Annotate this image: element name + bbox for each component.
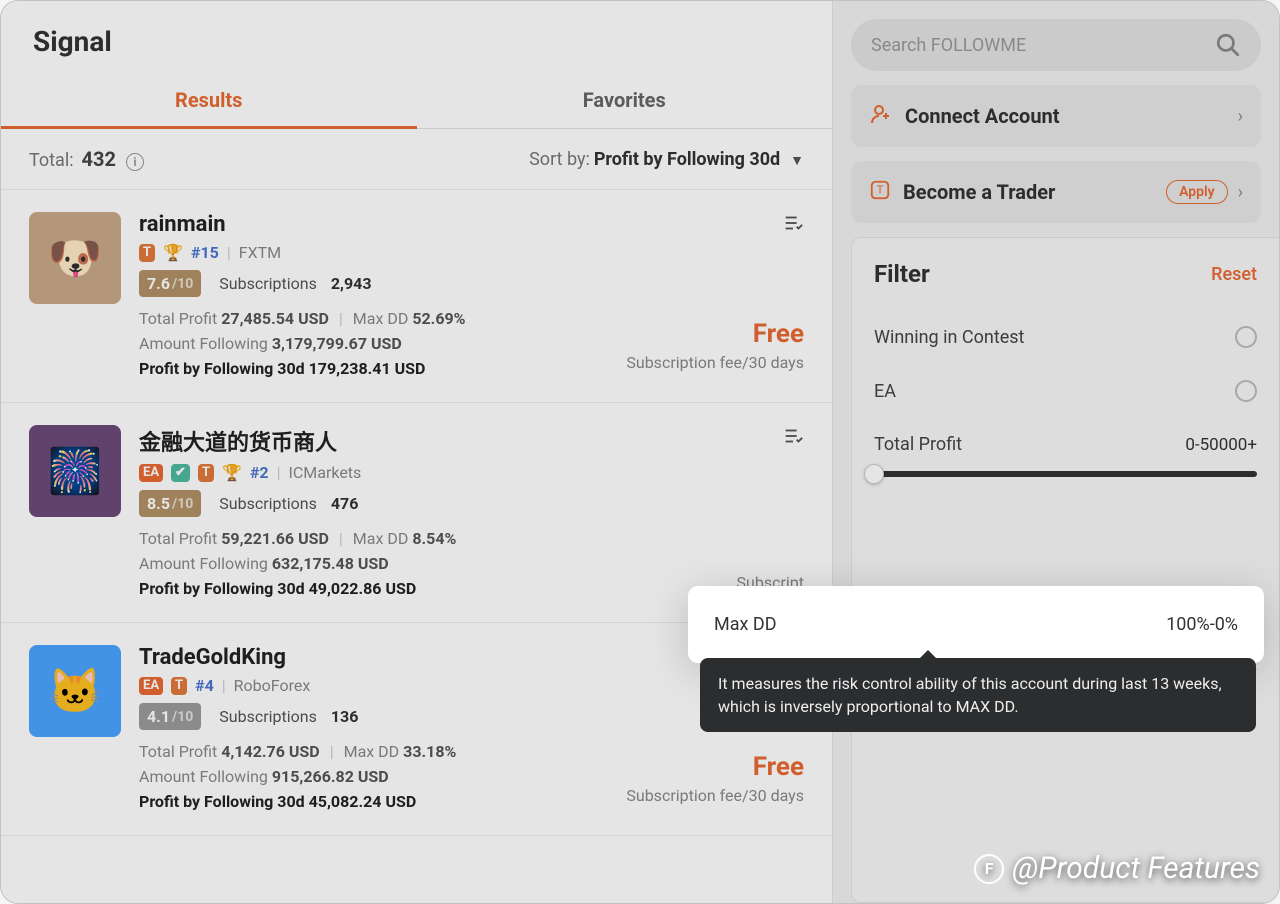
- broker: RoboForex: [234, 676, 311, 695]
- chevron-right-icon: ›: [1238, 182, 1243, 203]
- subscriptions-count: 136: [331, 707, 359, 726]
- price-label: Subscription fee/30 days: [626, 786, 804, 805]
- signal-name[interactable]: 金融大道的货币商人: [139, 425, 804, 457]
- trader-badge-icon: T: [171, 677, 187, 695]
- search-bar[interactable]: [851, 19, 1261, 71]
- subscriptions-label: Subscriptions: [219, 494, 317, 513]
- max-dd-label: Max DD: [714, 614, 777, 635]
- filter-ea-radio[interactable]: [1235, 380, 1257, 402]
- watermark-logo-icon: F: [974, 854, 1004, 884]
- person-plus-icon: [869, 102, 893, 130]
- total-label: Total:: [29, 150, 74, 171]
- bookmark-icon[interactable]: [782, 425, 804, 451]
- price-label: Subscription fee/30 days: [626, 353, 804, 372]
- info-icon[interactable]: i: [126, 153, 144, 171]
- trader-badge-icon: T: [198, 464, 214, 482]
- filter-title: Filter: [874, 260, 930, 288]
- avatar[interactable]: 🎆: [29, 425, 121, 517]
- signal-card[interactable]: 🐶 rainmain T 🏆 #15 | FXTM 7.6/10 Subscri…: [1, 190, 832, 403]
- broker: ICMarkets: [289, 463, 362, 482]
- filter-reset-button[interactable]: Reset: [1211, 264, 1257, 285]
- filter-winning-radio[interactable]: [1235, 326, 1257, 348]
- watermark: F @Product Features: [974, 851, 1260, 886]
- ea-badge-icon: EA: [139, 464, 163, 482]
- rank: #15: [191, 243, 219, 262]
- filter-total-profit-label: Total Profit: [874, 434, 962, 455]
- verified-badge-icon: ✔: [171, 464, 190, 482]
- svg-text:T: T: [877, 184, 884, 197]
- sort-value: Profit by Following 30d: [594, 149, 780, 170]
- score-pill: 7.6/10: [139, 270, 201, 297]
- subscriptions-label: Subscriptions: [219, 707, 317, 726]
- stat-total-profit: Total Profit 59,221.66 USD|Max DD 8.54%: [139, 529, 804, 548]
- subscriptions-count: 2,943: [331, 274, 372, 293]
- sort-label: Sort by:: [529, 149, 590, 170]
- total-count: Total: 432 i: [29, 147, 144, 171]
- subscriptions-count: 476: [331, 494, 359, 513]
- apply-button[interactable]: Apply: [1166, 180, 1228, 204]
- bookmark-icon[interactable]: [782, 212, 804, 238]
- tab-results[interactable]: Results: [1, 68, 417, 128]
- subscriptions-label: Subscriptions: [219, 274, 317, 293]
- become-trader-button[interactable]: T Become a Trader Apply ›: [851, 161, 1261, 223]
- become-trader-label: Become a Trader: [903, 180, 1166, 204]
- signal-name[interactable]: rainmain: [139, 212, 804, 237]
- watermark-text: @Product Features: [1012, 851, 1260, 886]
- rank: #4: [195, 676, 214, 695]
- filter-total-profit-slider[interactable]: [874, 471, 1257, 477]
- trader-badge-icon: T: [139, 244, 155, 262]
- tabs: Results Favorites: [1, 68, 832, 129]
- chevron-down-icon: ▼: [790, 153, 804, 169]
- max-dd-range: 100%-0%: [1166, 614, 1238, 635]
- filter-panel: Filter Reset Winning in Contest EA Total…: [851, 237, 1279, 903]
- search-icon: [1215, 32, 1241, 58]
- score-pill: 8.5/10: [139, 490, 201, 517]
- filter-total-profit-value: 0-50000+: [1185, 435, 1257, 455]
- ea-badge-icon: EA: [139, 677, 163, 695]
- total-count-value: 432: [82, 147, 116, 171]
- tab-favorites[interactable]: Favorites: [417, 68, 833, 128]
- score-pill: 4.1/10: [139, 703, 201, 730]
- max-dd-popover: Max DD 100%-0%: [688, 586, 1264, 663]
- trader-icon: T: [869, 179, 891, 205]
- filter-ea-label: EA: [874, 381, 896, 402]
- filter-winning-label: Winning in Contest: [874, 327, 1024, 348]
- rank: #2: [250, 463, 269, 482]
- broker: FXTM: [239, 243, 281, 262]
- page-title: Signal: [33, 25, 800, 58]
- sort-dropdown[interactable]: Sort by: Profit by Following 30d ▼: [529, 149, 804, 170]
- price-value: Free: [626, 319, 804, 349]
- stat-amount-following: Amount Following 632,175.48 USD: [139, 554, 804, 573]
- trophy-icon: 🏆: [222, 463, 242, 482]
- price-value: Free: [626, 752, 804, 782]
- connect-account-label: Connect Account: [905, 104, 1238, 128]
- avatar[interactable]: 🐱: [29, 645, 121, 737]
- slider-thumb[interactable]: [864, 464, 884, 484]
- connect-account-button[interactable]: Connect Account ›: [851, 85, 1261, 147]
- max-dd-tooltip: It measures the risk control ability of …: [700, 658, 1256, 732]
- search-input[interactable]: [871, 35, 1215, 56]
- trophy-icon: 🏆: [163, 243, 183, 262]
- avatar[interactable]: 🐶: [29, 212, 121, 304]
- chevron-right-icon: ›: [1238, 106, 1243, 127]
